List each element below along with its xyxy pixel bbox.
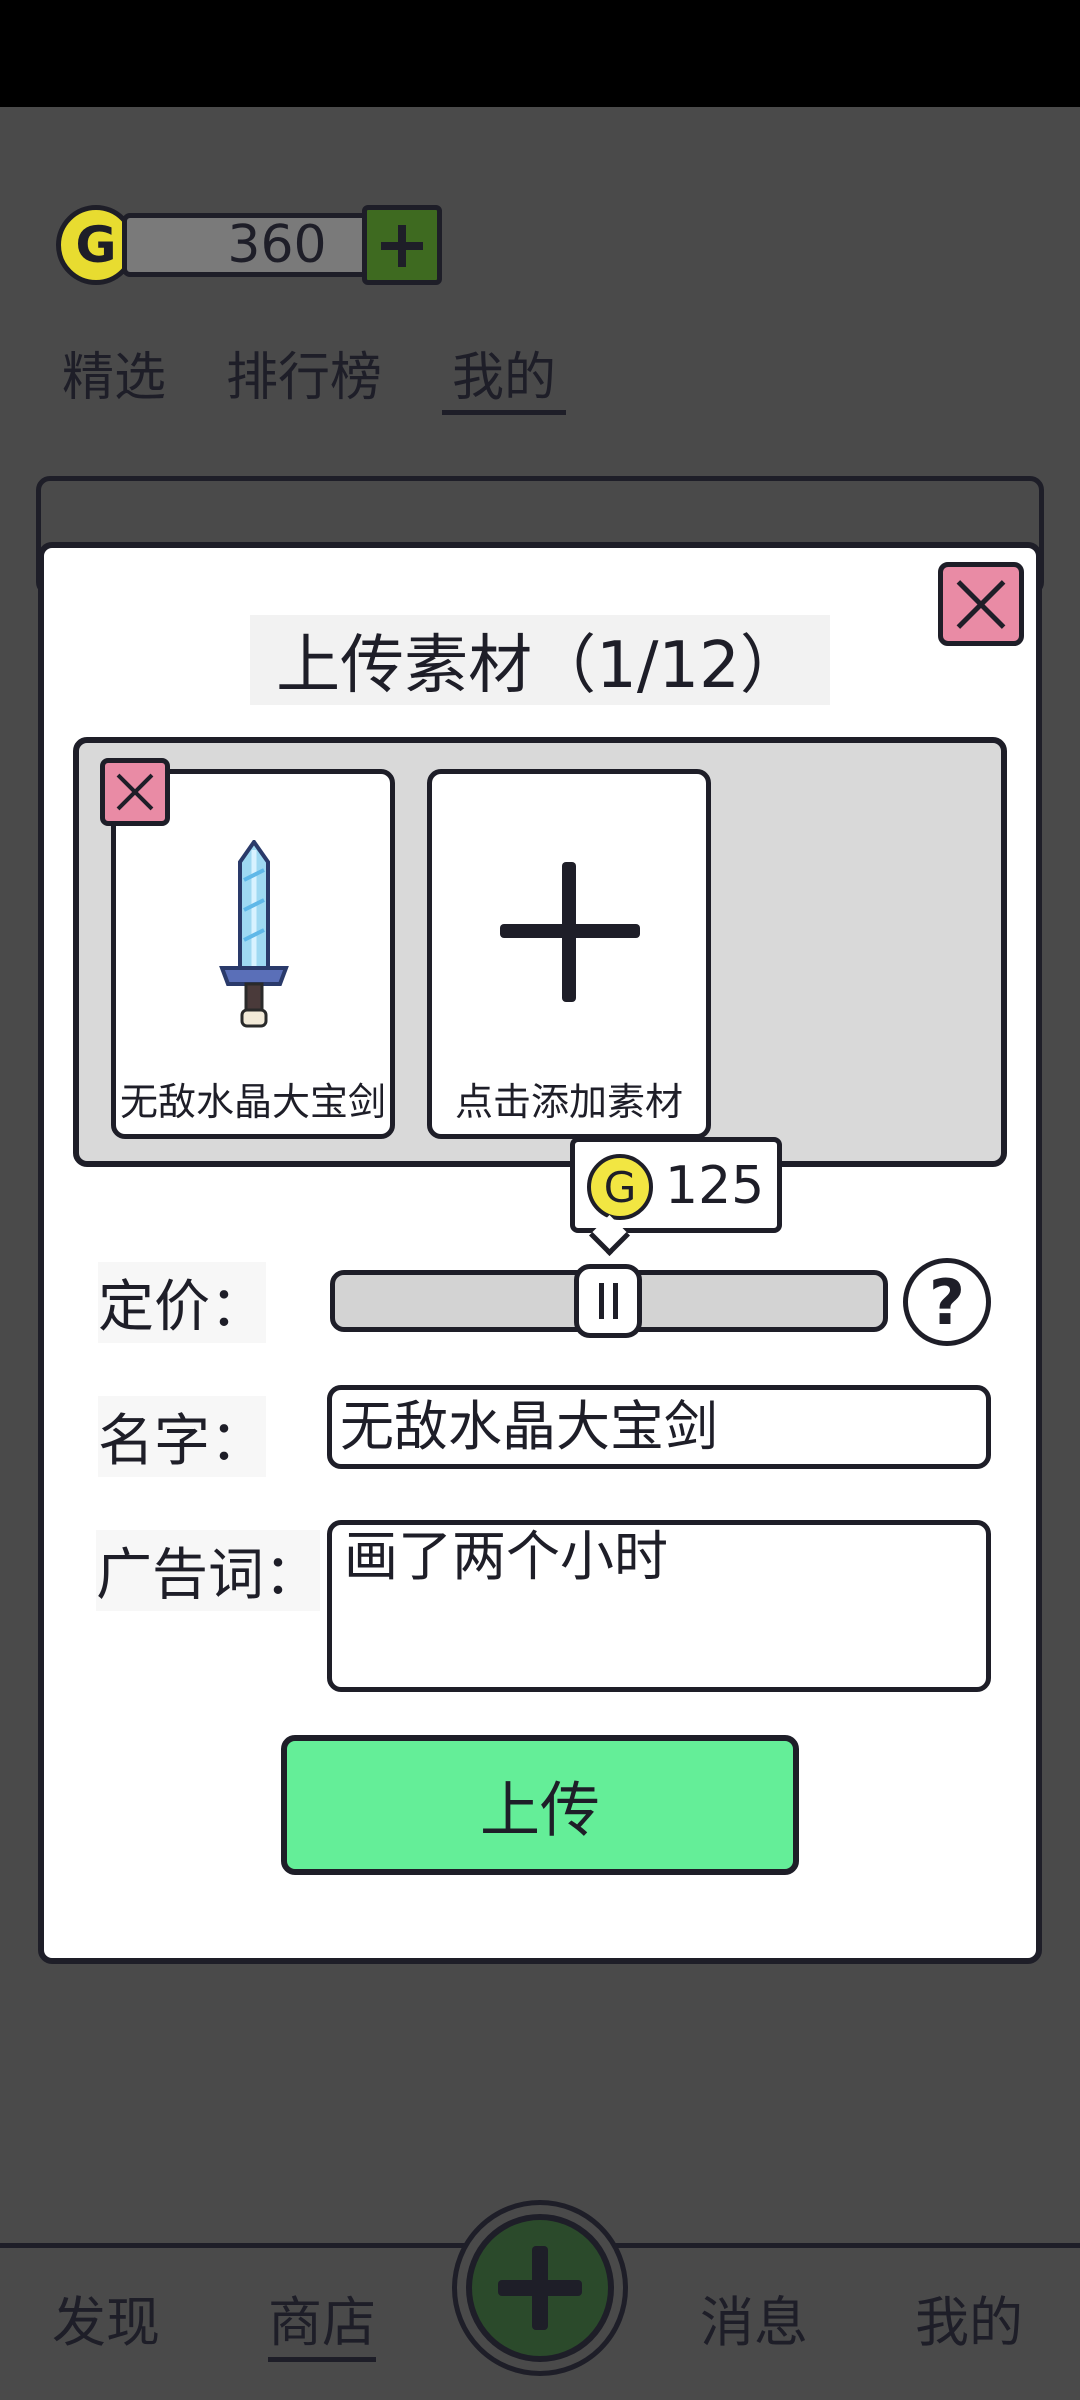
dialog-title: 上传素材（1/12）	[250, 615, 830, 705]
nav-shop[interactable]: 商店	[268, 2278, 376, 2362]
ad-text-input[interactable]: 画了两个小时	[327, 1520, 991, 1692]
materials-panel: 无敌水晶大宝剑 点击添加素材	[73, 737, 1007, 1167]
pixel-sword-icon	[219, 840, 289, 1028]
price-label: 定价：	[98, 1262, 266, 1343]
plus-icon	[500, 862, 640, 1002]
price-help-button[interactable]: ?	[903, 1258, 991, 1346]
remove-material-button[interactable]	[100, 758, 170, 826]
add-material-label: 点击添加素材	[454, 1080, 683, 1124]
close-dialog-button[interactable]	[938, 562, 1024, 646]
add-coins-button[interactable]	[362, 205, 442, 285]
add-material-button[interactable]: 点击添加素材	[427, 769, 711, 1139]
create-button[interactable]	[466, 2214, 614, 2362]
price-value: 125	[665, 1156, 765, 1216]
gold-coin-icon: G	[587, 1154, 653, 1220]
nav-messages[interactable]: 消息	[700, 2278, 808, 2357]
price-slider-handle[interactable]	[574, 1264, 642, 1338]
name-label: 名字：	[98, 1396, 266, 1477]
tab-mine[interactable]: 我的	[442, 335, 567, 415]
material-label: 无敌水晶大宝剑	[119, 1080, 386, 1124]
upload-button[interactable]: 上传	[281, 1735, 799, 1875]
ad-label: 广告词：	[96, 1530, 320, 1611]
shop-tabs: 精选 排行榜 我的	[62, 335, 567, 415]
price-tooltip: G 125	[570, 1137, 782, 1233]
tab-featured[interactable]: 精选	[62, 335, 166, 415]
tab-ranking[interactable]: 排行榜	[226, 335, 382, 415]
bottom-nav: 发现 商店 消息 我的	[0, 2200, 1080, 2400]
nav-discover[interactable]: 发现	[52, 2278, 160, 2357]
status-bar	[0, 0, 1080, 107]
nav-mine[interactable]: 我的	[915, 2278, 1023, 2357]
name-input[interactable]: 无敌水晶大宝剑	[327, 1385, 991, 1469]
